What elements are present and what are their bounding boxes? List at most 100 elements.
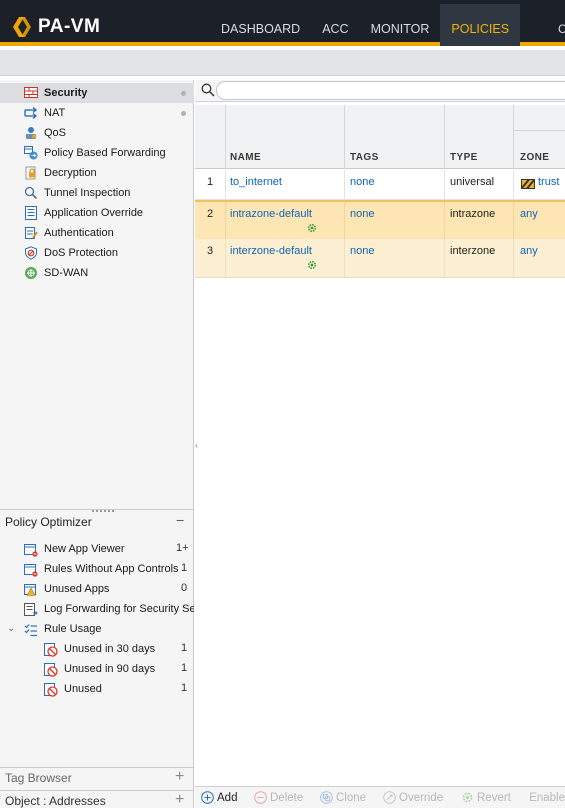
optimizer-item-unused-apps[interactable]: Unused Apps 0	[0, 581, 194, 601]
optimizer-item-label: Rules Without App Controls	[44, 563, 178, 575]
authentication-icon	[25, 227, 38, 239]
table-row[interactable]: 2 intrazone-default none intrazone any	[195, 200, 565, 239]
rule-type: universal	[450, 176, 495, 188]
rule-zone-link[interactable]: trust	[538, 176, 559, 188]
optimizer-item-count: 1	[181, 682, 188, 694]
search-icon[interactable]	[201, 83, 215, 97]
row-divider	[225, 202, 226, 239]
filter-bar	[195, 80, 565, 102]
optimizer-item-unused-90-days[interactable]: Unused in 90 days 1	[0, 661, 194, 681]
clone-button[interactable]: Clone	[320, 791, 366, 804]
sidebar-item-nat[interactable]: NAT	[0, 103, 194, 123]
clone-icon	[320, 791, 333, 804]
tab-policies[interactable]: POLICIES	[440, 4, 521, 46]
rule-tags-link[interactable]: none	[350, 208, 374, 220]
tab-acc[interactable]: ACC	[311, 4, 359, 46]
optimizer-item-label: Rule Usage	[44, 623, 102, 635]
optimizer-item-log-forwarding[interactable]: Log Forwarding for Security Services	[0, 601, 194, 621]
pa-logo-icon	[12, 16, 32, 38]
optimizer-item-unused-30-days[interactable]: Unused in 30 days 1	[0, 641, 194, 661]
sidebar-item-sd-wan[interactable]: SD-WAN	[0, 263, 194, 283]
column-divider	[444, 105, 445, 169]
sidebar-item-label: QoS	[44, 127, 67, 139]
status-dot	[181, 90, 186, 96]
splitter-handle[interactable]	[92, 508, 114, 512]
delete-button-label: Delete	[270, 791, 304, 804]
filter-input[interactable]	[216, 81, 565, 100]
optimizer-item-count: 1+	[176, 542, 189, 554]
rule-name-link[interactable]: to_internet	[230, 176, 282, 188]
enable-button[interactable]: Enable	[525, 791, 565, 804]
lock-icon	[25, 166, 36, 180]
row-divider	[225, 239, 226, 277]
add-button[interactable]: Add	[201, 791, 237, 804]
table-header: NAME TAGS TYPE ZONE	[195, 105, 565, 169]
sidebar-item-application-override[interactable]: Application Override	[0, 203, 194, 223]
column-header-type[interactable]: TYPE	[450, 152, 478, 163]
tab-overflow[interactable]: C	[558, 22, 565, 34]
rule-number: 3	[207, 245, 214, 257]
sidebar-item-decryption[interactable]: Decryption	[0, 163, 194, 183]
column-divider	[225, 105, 226, 169]
table-row[interactable]: 3 interzone-default none interzone any	[195, 239, 565, 278]
optimizer-item-unused[interactable]: Unused 1	[0, 681, 194, 701]
no-entry-icon	[44, 683, 58, 697]
sidebar-item-label: SD-WAN	[44, 267, 89, 279]
rule-window-icon	[24, 564, 38, 577]
rule-name-link[interactable]: intrazone-default	[230, 208, 312, 220]
override-button[interactable]: Override	[383, 791, 443, 804]
sidebar-item-label: DoS Protection	[44, 247, 118, 259]
logo-text: PA-VM	[38, 16, 101, 37]
sidebar-item-label: Application Override	[44, 207, 144, 219]
chevron-down-icon[interactable]: ⌄	[7, 623, 15, 634]
row-divider	[344, 202, 345, 239]
main-nav: DASHBOARD ACC MONITOR POLICIES	[210, 4, 521, 46]
footer-toolbar: Add Delete Clone Override Revert Enable	[195, 786, 565, 808]
table-row[interactable]: 1 to_internet none universal trust	[195, 170, 565, 200]
no-entry-icon	[44, 643, 58, 657]
shield-icon	[25, 246, 37, 260]
sidebar-item-dos-protection[interactable]: DoS Protection	[0, 243, 194, 263]
sidebar-item-policy-based-forwarding[interactable]: Policy Based Forwarding	[0, 143, 194, 163]
collapse-panel-handle[interactable]: ‹	[195, 440, 198, 450]
policy-optimizer-collapse-button[interactable]: −	[176, 512, 184, 528]
expand-plus-icon[interactable]: +	[175, 791, 184, 808]
row-divider	[344, 170, 345, 199]
object-addresses-label: Object : Addresses	[5, 794, 106, 808]
rule-tags-link[interactable]: none	[350, 176, 374, 188]
row-divider	[225, 170, 226, 199]
zone-icon	[521, 179, 535, 189]
optimizer-item-label: Unused in 90 days	[64, 663, 156, 675]
object-addresses-section[interactable]: Object : Addresses +	[0, 790, 194, 808]
sidebar-item-security[interactable]: Security	[0, 83, 194, 103]
override-icon	[383, 791, 396, 804]
row-divider	[444, 202, 445, 239]
expand-plus-icon[interactable]: +	[175, 768, 184, 786]
row-divider	[444, 239, 445, 277]
optimizer-item-rule-usage[interactable]: ⌄ Rule Usage	[0, 621, 194, 641]
rule-zone-link[interactable]: any	[520, 208, 538, 220]
tag-browser-section[interactable]: Tag Browser +	[0, 767, 194, 787]
column-header-name[interactable]: NAME	[230, 152, 261, 163]
optimizer-item-label: Unused	[64, 683, 102, 695]
sidebar-item-qos[interactable]: QoS	[0, 123, 194, 143]
row-divider	[344, 239, 345, 277]
optimizer-item-new-app-viewer[interactable]: New App Viewer 1+	[0, 541, 194, 561]
optimizer-item-label: Log Forwarding for Security Services	[44, 603, 194, 615]
column-header-zone[interactable]: ZONE	[520, 152, 549, 163]
tab-monitor[interactable]: MONITOR	[360, 4, 441, 46]
revert-button-label: Revert	[477, 791, 511, 804]
sidebar-item-tunnel-inspection[interactable]: Tunnel Inspection	[0, 183, 194, 203]
rule-tags-link[interactable]: none	[350, 245, 374, 257]
column-header-tags[interactable]: TAGS	[350, 152, 379, 163]
sidebar-item-authentication[interactable]: Authentication	[0, 223, 194, 243]
rule-name-link[interactable]: interzone-default	[230, 245, 312, 257]
revert-icon	[462, 792, 473, 803]
tab-dashboard[interactable]: DASHBOARD	[210, 4, 311, 46]
optimizer-item-rules-without-app-controls[interactable]: Rules Without App Controls 1	[0, 561, 194, 581]
rule-zone-link[interactable]: any	[520, 245, 538, 257]
sidebar-item-label: Authentication	[44, 227, 114, 239]
status-dot	[181, 110, 186, 116]
delete-button[interactable]: Delete	[254, 791, 303, 804]
revert-button[interactable]: Revert	[461, 791, 511, 804]
